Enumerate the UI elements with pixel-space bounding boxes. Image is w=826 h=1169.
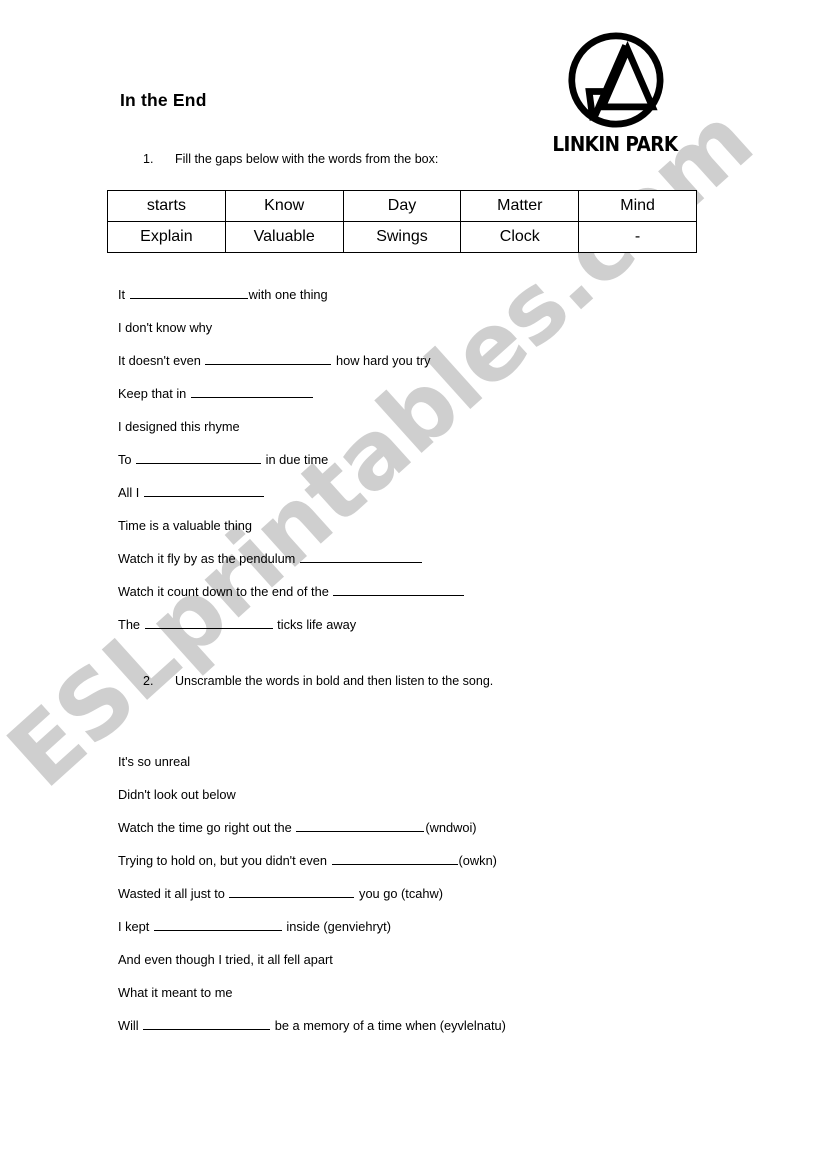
word-box-cell: Mind [578,190,697,222]
word-box-cell: Day [342,190,462,222]
lyric-text-before: To [118,452,136,467]
lyric-line: And even though I tried, it all fell apa… [118,943,506,976]
lyric-text-after: inside (genviehryt) [282,919,391,934]
worksheet-page: ESLprintables.com In the End LINKIN PARK… [0,0,826,1169]
lyric-text-after: ticks life away [273,617,357,632]
lyric-text-before: Trying to hold on, but you didn't even [118,853,331,868]
word-box-cell: - [578,221,697,253]
word-box-cell: Valuable [224,221,344,253]
lyric-text-before: And even though I tried, it all fell apa… [118,952,333,967]
lyric-line: Wasted it all just to you go (tcahw) [118,877,506,910]
answer-blank[interactable] [143,483,264,497]
lyric-line: It with one thing [118,278,465,311]
exercise-2-number: 2. [143,674,154,688]
lyric-line: Trying to hold on, but you didn't even (… [118,844,506,877]
exercise-2-instruction-text: Unscramble the words in bold and then li… [175,674,494,688]
lyric-text-after: be a memory of a time when (eyvlelnatu) [271,1018,506,1033]
word-box-cell: Matter [460,190,580,222]
answer-blank[interactable] [143,1016,271,1030]
word-box-row: starts Know Day Matter Mind [107,190,697,222]
lyric-text-before: Watch the time go right out the [118,820,296,835]
answer-blank[interactable] [136,450,262,464]
exercise-2-lyrics: It's so unreal Didn't look out below Watch… [118,745,506,1042]
word-box-cell: starts [107,190,226,222]
lyric-text-before: I kept [118,919,153,934]
lyric-text-before: Keep that in [118,386,190,401]
lyric-text-before: Didn't look out below [118,787,236,802]
exercise-2-instruction: 2. Unscramble the words in bold and then … [143,674,493,688]
lyric-text-before: I designed this rhyme [118,419,240,434]
lyric-text-after: (owkn) [458,853,497,868]
lyric-line: Keep that in [118,377,465,410]
exercise-1-number: 1. [143,152,154,166]
lyric-text-after: how hard you try [332,353,431,368]
answer-blank[interactable] [333,582,465,596]
lyric-text-before: Will [118,1018,143,1033]
answer-blank[interactable] [129,285,248,299]
lyric-line: I don't know why [118,311,465,344]
lyric-text-before: Watch it count down to the end of the [118,584,333,599]
lyric-line: All I [118,476,465,509]
lyric-text-before: I don't know why [118,320,213,335]
lyric-text-before: It's so unreal [118,754,191,769]
linkin-park-logo: LINKIN PARK [540,32,690,167]
word-box-row: Explain Valuable Swings Clock - [107,221,697,253]
lyric-line: I designed this rhyme [118,410,465,443]
answer-blank[interactable] [190,384,313,398]
word-box-cell: Swings [342,221,462,253]
lyric-line: I kept inside (genviehryt) [118,910,506,943]
linkin-park-wordmark: LINKIN PARK [552,132,678,156]
lyric-line: What it meant to me [118,976,506,1009]
lyric-line: It's so unreal [118,745,506,778]
answer-blank[interactable] [153,917,282,931]
lyric-line: To in due time [118,443,465,476]
exercise-1-lyrics: It with one thing I don't know why It does… [118,278,465,641]
lyric-line: Will be a memory of a time when (eyvleln… [118,1009,506,1042]
word-box-table: starts Know Day Matter Mind Explain Valuable Sw… [107,190,697,253]
lyric-text-after: you go (tcahw) [355,886,443,901]
word-box-body: starts Know Day Matter Mind Explain Valuable Sw… [107,190,697,253]
answer-blank[interactable] [205,351,332,365]
linkin-park-logo-icon [568,32,664,128]
answer-blank[interactable] [144,615,273,629]
lyric-line: Watch it count down to the end of the [118,575,465,608]
lyric-text-before: Wasted it all just to [118,886,229,901]
answer-blank[interactable] [331,851,458,865]
lyric-line: Didn't look out below [118,778,506,811]
lyric-line: Watch it fly by as the pendulum [118,542,465,575]
lyric-text-before: What it meant to me [118,985,233,1000]
word-box-cell: Know [224,190,344,222]
answer-blank[interactable] [229,884,355,898]
exercise-1-instruction: 1. Fill the gaps below with the words fro… [143,152,438,166]
exercise-1-instruction-text: Fill the gaps below with the words from … [175,152,439,166]
lyric-line: It doesn't even how hard you try [118,344,465,377]
page-title: In the End [120,90,207,110]
lyric-text-after: in due time [262,452,329,467]
lyric-text-before: Time is a valuable thing [118,518,252,533]
lyric-text-before: All I [118,485,143,500]
answer-blank[interactable] [299,549,422,563]
lyric-line: Watch the time go right out the (wndwoi) [118,811,506,844]
word-box-cell: Clock [460,221,580,253]
lyric-text-before: It [118,287,129,302]
lyric-text-after: (wndwoi) [425,820,477,835]
lyric-line: The ticks life away [118,608,465,641]
lyric-text-after: with one thing [248,287,328,302]
lyric-text-before: It doesn't even [118,353,205,368]
lyric-text-before: The [118,617,144,632]
lyric-line: Time is a valuable thing [118,509,465,542]
answer-blank[interactable] [296,818,425,832]
word-box-cell: Explain [107,221,226,253]
lyric-text-before: Watch it fly by as the pendulum [118,551,299,566]
